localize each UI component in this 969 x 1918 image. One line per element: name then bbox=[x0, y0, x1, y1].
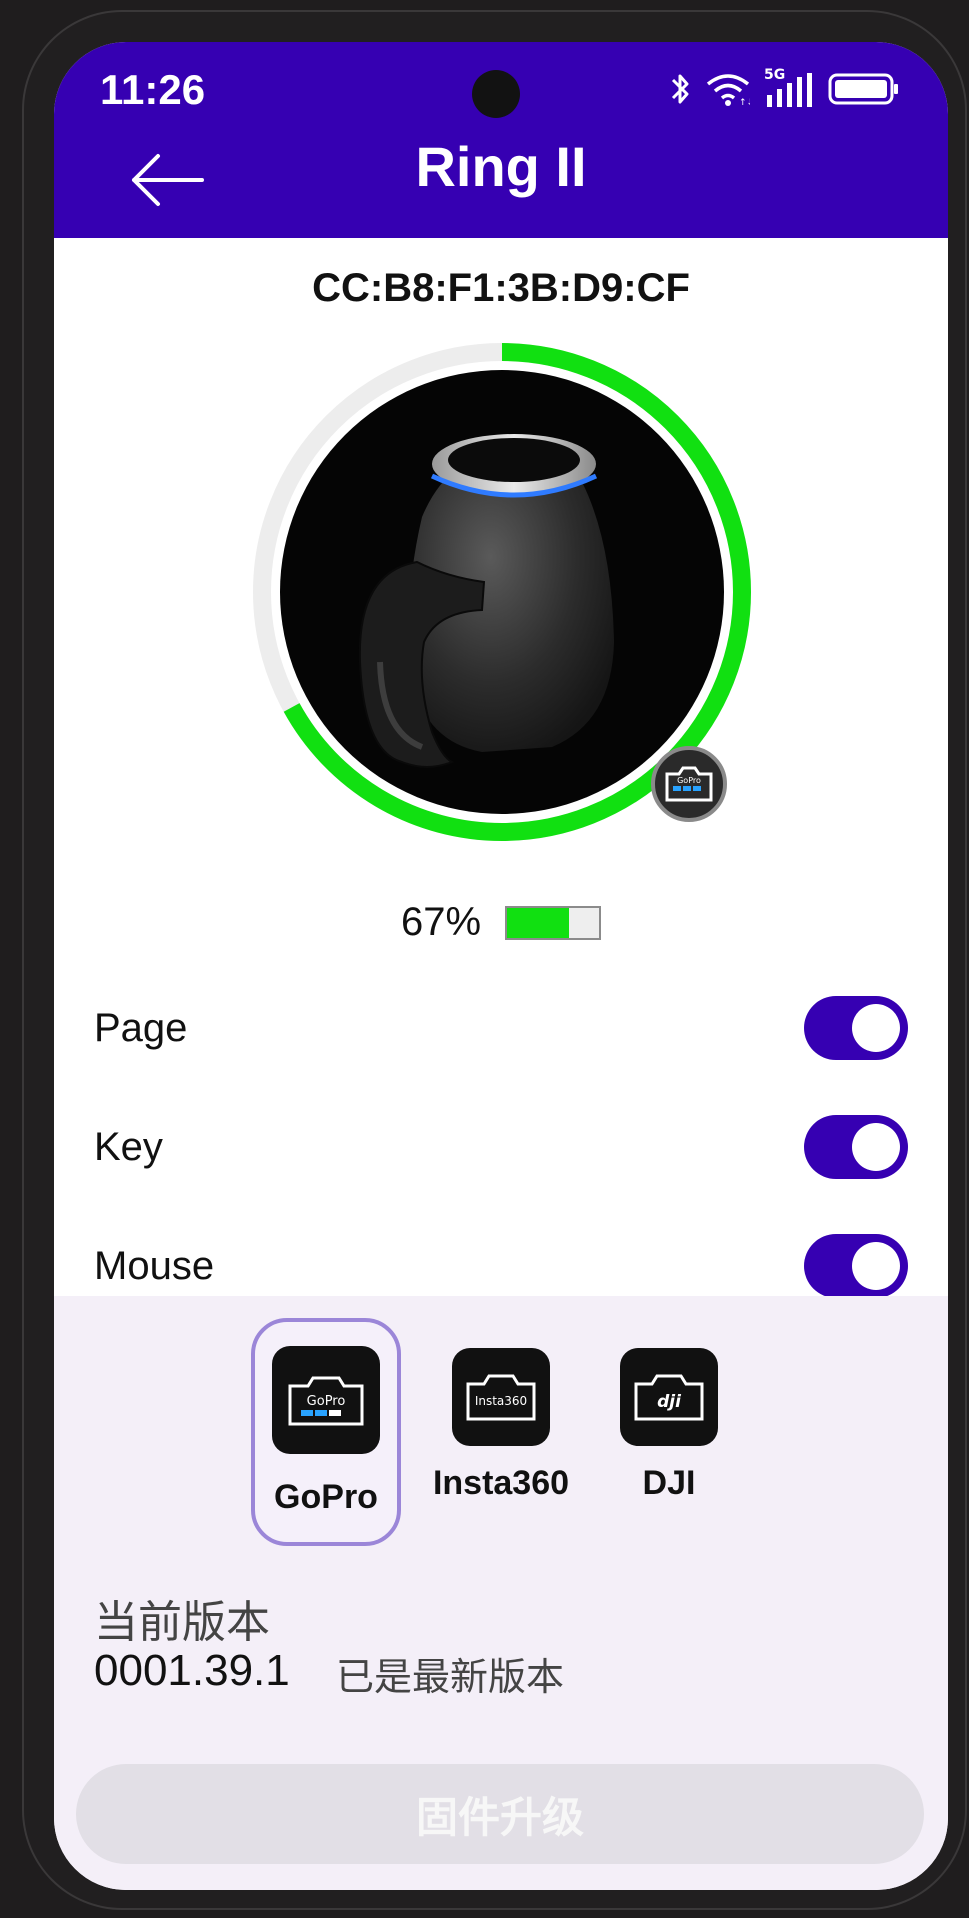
toggle-label-mouse: Mouse bbox=[94, 1243, 215, 1288]
app-screen: 11:26 ↑↓ 5G Ring II CC:B8:F1:3B:D9:CF bbox=[54, 42, 948, 1890]
svg-text:GoPro: GoPro bbox=[307, 1394, 346, 1409]
selected-brand-badge: GoPro bbox=[651, 746, 727, 822]
status-icons: ↑↓ 5G bbox=[670, 66, 900, 116]
app-header: 11:26 ↑↓ 5G Ring II bbox=[54, 42, 948, 238]
toggle-row-key: Key bbox=[94, 1107, 908, 1187]
firmware-version-status: 已是最新版本 bbox=[336, 1655, 565, 1699]
battery-level-fill bbox=[507, 907, 569, 938]
status-time: 11:26 bbox=[100, 66, 206, 113]
battery-level-bar bbox=[505, 905, 602, 940]
svg-text:↑↓: ↑↓ bbox=[739, 98, 750, 106]
toggle-knob bbox=[852, 1004, 900, 1052]
camera-icon: GoPro bbox=[665, 766, 713, 802]
insta360-icon: Insta360 bbox=[452, 1348, 550, 1446]
firmware-upgrade-button[interactable]: 固件升级 bbox=[76, 1764, 924, 1864]
toggle-row-mouse: Mouse bbox=[94, 1226, 908, 1306]
brand-option-dji[interactable]: dji DJI bbox=[594, 1348, 744, 1503]
front-camera bbox=[472, 70, 520, 118]
firmware-version-number: 0001.39.1 bbox=[94, 1646, 290, 1695]
svg-text:Insta360: Insta360 bbox=[475, 1394, 527, 1408]
toggle-knob bbox=[852, 1123, 900, 1171]
firmware-version-title: 当前版本 bbox=[94, 1597, 270, 1648]
wifi-icon: ↑↓ bbox=[706, 72, 754, 110]
brand-option-gopro[interactable]: GoPro GoPro bbox=[251, 1318, 401, 1546]
key-toggle[interactable] bbox=[804, 1115, 908, 1179]
brand-option-insta360[interactable]: Insta360 Insta360 bbox=[426, 1348, 576, 1503]
battery-status-icon bbox=[828, 72, 900, 110]
brand-label-dji: DJI bbox=[642, 1464, 696, 1502]
signal-icon: 5G bbox=[764, 67, 814, 111]
mouse-toggle[interactable] bbox=[804, 1234, 908, 1298]
page-title: Ring II bbox=[415, 135, 587, 198]
dji-icon: dji bbox=[620, 1348, 718, 1446]
bluetooth-icon bbox=[670, 70, 692, 112]
toggle-label-key: Key bbox=[94, 1124, 163, 1169]
gopro-icon: GoPro bbox=[272, 1346, 380, 1454]
page-toggle[interactable] bbox=[804, 996, 908, 1060]
battery-percentage: 67% bbox=[400, 900, 482, 944]
toggle-knob bbox=[852, 1242, 900, 1290]
brand-label-gopro: GoPro bbox=[274, 1478, 378, 1516]
toggle-label-page: Page bbox=[94, 1005, 188, 1050]
svg-text:dji: dji bbox=[657, 1392, 682, 1412]
battery-level-row: 67% bbox=[54, 900, 948, 945]
device-mac-address: CC:B8:F1:3B:D9:CF bbox=[312, 266, 690, 310]
toggle-row-page: Page bbox=[94, 988, 908, 1068]
brand-label-insta360: Insta360 bbox=[432, 1464, 570, 1502]
svg-text:GoPro: GoPro bbox=[677, 776, 701, 785]
